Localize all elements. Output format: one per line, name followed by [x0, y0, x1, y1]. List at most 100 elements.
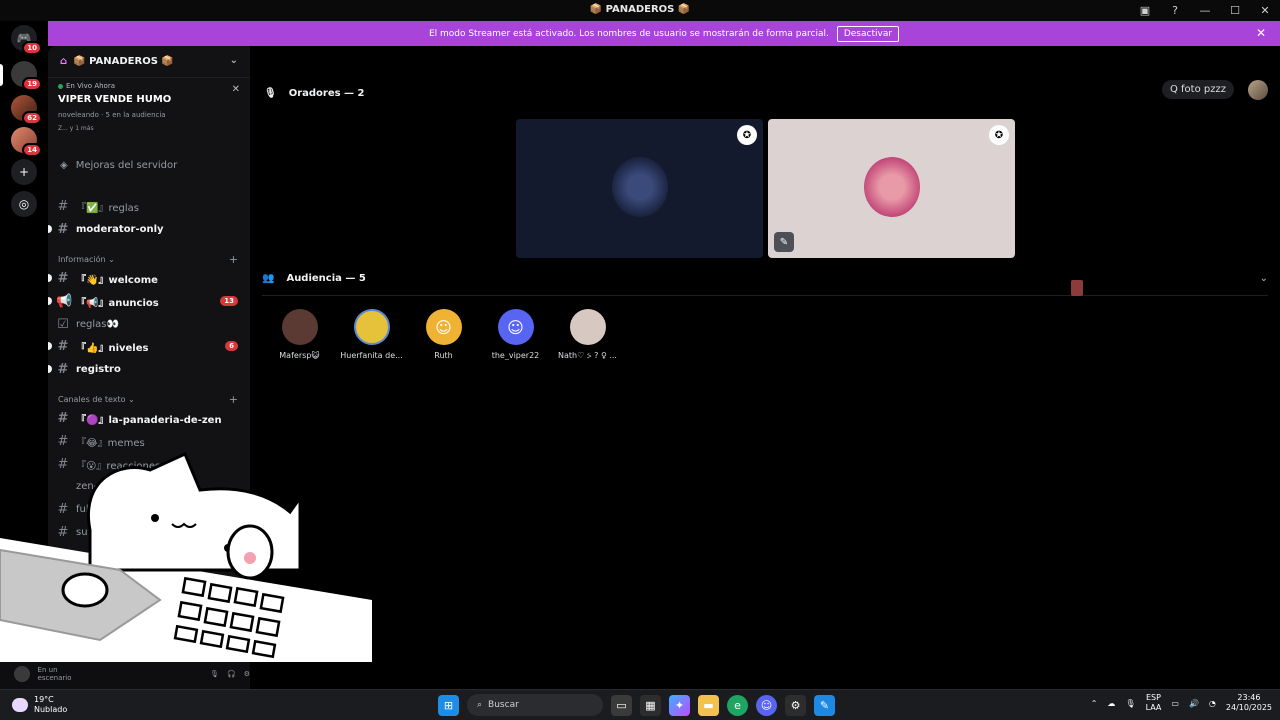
channel-full[interactable]: # full-t [56, 499, 242, 519]
server-badge: 62 [22, 111, 42, 125]
live-tag: En Vivo Ahora [66, 82, 115, 90]
avatar[interactable] [1248, 80, 1268, 100]
audience-member[interactable]: Huerfanita de... [340, 309, 403, 361]
live-stage-card[interactable]: En Vivo Ahora VIPER VENDE HUMO noveleand… [54, 82, 244, 150]
server-boost[interactable]: ◈ Mejoras del servidor [60, 160, 177, 171]
close-icon[interactable]: ✕ [1256, 26, 1266, 40]
chevron-down-icon[interactable]: ⌄ [230, 55, 238, 66]
store-icon[interactable]: ▦ [640, 694, 661, 716]
stage-topic-pill[interactable]: Q foto pzzz [1161, 80, 1234, 99]
volume-icon[interactable]: 🔊 [1189, 699, 1199, 708]
user-panel: En un escenario 🎙 🎧 ⚙ [0, 659, 250, 689]
clock-date: 24/10/2025 [1225, 703, 1272, 712]
audience-member[interactable]: Nath♡ ⍩ ? ♀ ... [556, 309, 619, 361]
avatar[interactable] [14, 666, 30, 682]
app-icon[interactable]: ✎ [814, 694, 835, 716]
audience-member[interactable]: Mafersp😺 [268, 309, 331, 361]
channel-registro[interactable]: # registro [48, 359, 242, 379]
category-canales-de-texto[interactable]: Canales de texto ⌄ + [58, 393, 238, 406]
channel-anuncios[interactable]: 📢 『📢』anuncios 13 [48, 291, 242, 311]
audience-list: Mafersp😺 Huerfanita de... ☺ Ruth ☺ the_v… [268, 309, 619, 361]
speakers-label: Oradores — 2 [288, 88, 365, 99]
avatar [569, 309, 606, 345]
copilot-icon[interactable]: ✦ [669, 694, 690, 716]
close-window-button[interactable]: ✕ [1250, 0, 1280, 21]
weather-widget[interactable]: 19°C Nublado [12, 695, 67, 715]
speaker-tile-2[interactable]: ✪ ✎ [768, 119, 1015, 258]
taskbar-search[interactable]: ⌕ Buscar [467, 694, 603, 716]
server-icon-1[interactable]: 19 [11, 61, 42, 91]
close-icon[interactable]: ✕ [232, 84, 240, 95]
channel-label: 『📢』anuncios [76, 297, 159, 309]
inbox-icon[interactable]: ▣ [1130, 0, 1160, 21]
chevron-up-icon[interactable]: ⌃ [1091, 699, 1098, 708]
weather-icon [12, 698, 28, 712]
category-informacion[interactable]: Información ⌄ + [58, 253, 238, 266]
lang-code: ESP [1145, 693, 1161, 702]
server-icon-2[interactable]: 62 [11, 95, 42, 125]
audience-member[interactable]: ☺ the_viper22 [484, 309, 547, 361]
more-options-icon[interactable]: ✪ [737, 125, 757, 145]
audience-label: Audiencia — 5 [286, 273, 366, 284]
speaker-tile-1[interactable]: ✪ [516, 119, 763, 258]
audience-member[interactable]: ☺ Ruth [412, 309, 475, 361]
hash-icon: # [57, 361, 69, 377]
window-titlebar: 📦 PANADEROS 📦 ▣ ? — ☐ ✕ [0, 0, 1280, 21]
mention-badge: 6 [225, 341, 238, 351]
hash-icon: # [57, 410, 69, 426]
discord-icon[interactable]: ☺ [756, 694, 777, 716]
onedrive-icon[interactable]: ☁ [1107, 699, 1115, 708]
server-badge: 14 [22, 143, 42, 157]
channel-memes[interactable]: # 『😂』memes [56, 431, 242, 451]
channel-niveles[interactable]: # 『👍』niveles 6 [48, 336, 242, 356]
minimize-button[interactable]: — [1190, 0, 1220, 21]
network-icon[interactable]: ▭ [1171, 699, 1179, 708]
add-channel-icon[interactable]: + [229, 393, 238, 406]
weather-temp: 19°C [34, 695, 54, 704]
speaker-avatar [612, 157, 668, 217]
chevron-down-icon[interactable]: ⌄ [1260, 273, 1268, 284]
server-icon-3[interactable]: 14 [11, 127, 42, 157]
language-indicator[interactable]: ESP LAA [1146, 693, 1162, 713]
microphone-icon[interactable]: 🎙 [210, 670, 219, 678]
channel-moderator-only[interactable]: # moderator-only [48, 219, 242, 239]
speakers-header: 🎙 Oradores — 2 [264, 88, 365, 99]
lang-layout: LAA [1145, 703, 1162, 712]
more-options-icon[interactable]: ✪ [989, 125, 1009, 145]
hash-icon: # [57, 433, 69, 449]
disable-streamer-button[interactable]: Desactivar [836, 25, 900, 42]
steam-icon[interactable]: ⚙ [785, 694, 806, 716]
windows-start-icon[interactable]: ⊞ [438, 694, 459, 716]
add-server-icon[interactable]: + [11, 159, 37, 185]
direct-messages-icon[interactable]: 🎮 10 [11, 25, 42, 55]
small-avatar-sticker [1071, 280, 1083, 296]
help-icon[interactable]: ? [1160, 0, 1190, 21]
clock[interactable]: 23:46 24/10/2025 [1226, 693, 1272, 713]
headset-icon[interactable]: 🎧 [227, 670, 236, 678]
channel-welcome[interactable]: # 『👋』welcome [48, 268, 242, 288]
file-explorer-icon[interactable]: ▬ [698, 694, 719, 716]
divider [262, 295, 1268, 296]
channel-label: 『🟣』la-panaderia-de-zen [76, 414, 222, 426]
channel-label: su [76, 526, 88, 538]
edge-icon[interactable]: e [727, 694, 748, 716]
channel-la-panaderia-de-zen[interactable]: # 『🟣』la-panaderia-de-zen [56, 408, 242, 428]
channel-reglas-top[interactable]: # 『✅』reglas [56, 196, 242, 216]
channel-reglas[interactable]: ☑ reglas👀 [56, 314, 242, 334]
microphone-icon[interactable]: 🎙 [1125, 699, 1135, 708]
channel-reacciones[interactable]: # 『😮』reacciones [56, 454, 242, 474]
search-label: Buscar [488, 700, 519, 710]
hash-icon: # [57, 501, 69, 517]
maximize-button[interactable]: ☐ [1220, 0, 1250, 21]
channel-zen-priv[interactable]: zen-priv [56, 476, 242, 496]
add-channel-icon[interactable]: + [229, 253, 238, 266]
battery-icon[interactable]: ◔ [1209, 699, 1216, 708]
task-view-icon[interactable]: ▭ [611, 694, 632, 716]
user-status: En un escenario [37, 666, 72, 682]
hash-icon: # [57, 198, 69, 214]
channel-su[interactable]: # su [56, 522, 242, 542]
explore-icon[interactable]: ◎ [11, 191, 37, 217]
server-header[interactable]: ⌂ 📦 PANADEROS 📦 ⌄ [48, 46, 250, 78]
speaker-avatar [864, 157, 920, 217]
boost-label: Mejoras del servidor [75, 160, 178, 171]
